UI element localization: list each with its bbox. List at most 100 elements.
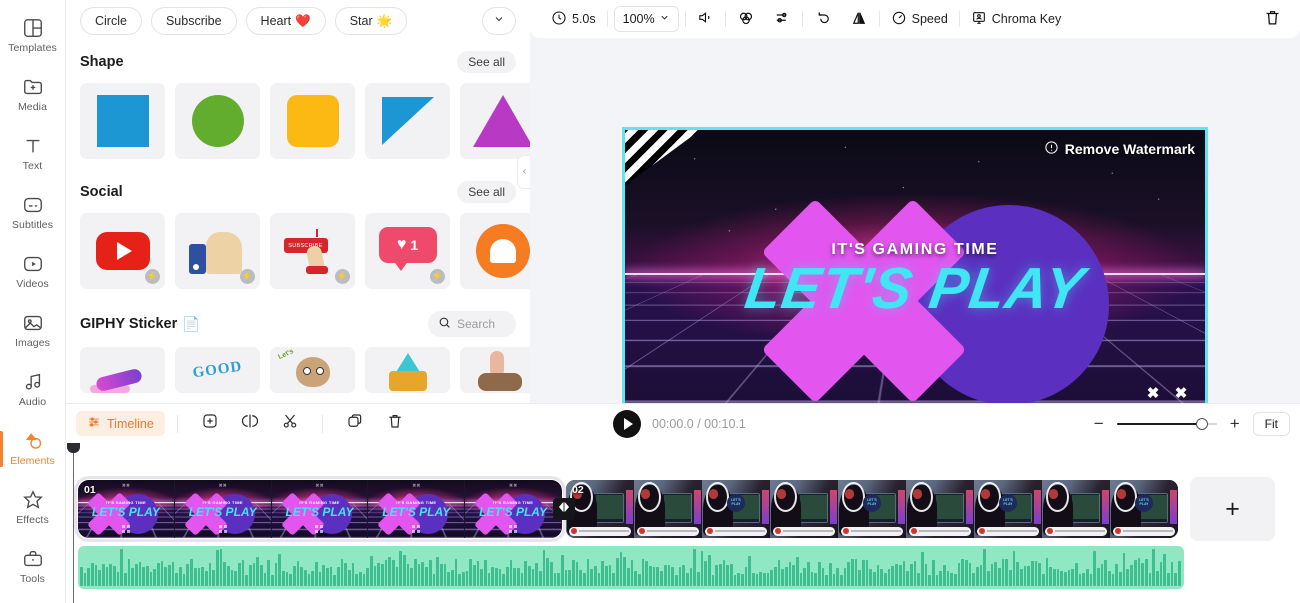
social-see-all-button[interactable]: See all [457, 181, 516, 203]
youtube-logo-icon [95, 232, 150, 270]
duplicate-icon [346, 412, 364, 435]
sidebar-item-tools[interactable]: Tools [0, 537, 66, 596]
delete-clip-button[interactable] [381, 410, 409, 438]
time-separator: / [697, 416, 701, 431]
zoom-level-select[interactable]: 100% [613, 6, 679, 32]
giphy-search-input[interactable]: Search [428, 311, 516, 337]
transition-handle[interactable] [553, 498, 575, 520]
info-icon [1044, 140, 1059, 158]
giphy-item-3[interactable]: Let's [270, 347, 355, 393]
sidebar-label: Media [17, 101, 48, 113]
slider-knob[interactable] [1195, 417, 1208, 430]
giphy-item-2[interactable]: GOOD [175, 347, 260, 393]
duration-button[interactable]: 5.0s [542, 6, 605, 32]
elements-panel-scroll: Circle Subscribe Heart ❤️ Star 🌟 Shape See… [66, 0, 530, 403]
sidebar-item-effects[interactable]: Effects [0, 478, 66, 537]
divider [724, 11, 726, 27]
videos-icon [22, 253, 44, 275]
sidebar-item-videos[interactable]: Videos [0, 242, 66, 301]
rotate-button[interactable] [805, 6, 841, 32]
duplicate-button[interactable] [341, 410, 369, 438]
sidebar-item-subtitles[interactable]: Subtitles [0, 183, 66, 242]
tools-icon [22, 548, 44, 570]
sidebar-label: Subtitles [11, 219, 54, 231]
timeline-clip-02[interactable]: 02 LET'S PLAY LET'S PLAY LET'S PLAY LET'… [566, 480, 1178, 538]
sidebar-item-images[interactable]: Images [0, 301, 66, 360]
chroma-key-button[interactable]: Chroma Key [962, 6, 1070, 32]
audio-clip[interactable] [78, 546, 1184, 589]
filter-chip-subscribe[interactable]: Subscribe [150, 7, 237, 35]
sidebar-item-text[interactable]: Text [0, 124, 66, 183]
time-display: 00:00.0 / 00:10.1 [652, 417, 746, 431]
clock-icon [551, 10, 567, 29]
social-item-bell[interactable] [460, 213, 530, 289]
shape-item-purple-triangle[interactable] [460, 83, 530, 159]
timeline-clip-01[interactable]: 01 ✖✖ IT'S GAMING TIME LET'S PLAY ✖✖ IT'S G… [74, 476, 566, 542]
templates-icon [22, 17, 44, 39]
flip-button[interactable] [841, 6, 877, 32]
social-item-youtube[interactable]: ⚡ [80, 213, 165, 289]
timeline-zoom-slider[interactable] [1116, 417, 1217, 431]
social-item-like-bubble[interactable]: ♥ 1 ⚡ [365, 213, 450, 289]
giphy-search-placeholder: Search [457, 317, 496, 331]
filter-chip-star[interactable]: Star 🌟 [334, 7, 408, 35]
shape-see-all-button[interactable]: See all [457, 51, 516, 73]
adjust-button[interactable] [764, 6, 800, 32]
filter-chip-circle[interactable]: Circle [80, 7, 142, 35]
split-button[interactable] [236, 410, 264, 438]
divider [878, 11, 880, 27]
delete-button[interactable] [1254, 6, 1288, 32]
sidebar-item-audio[interactable]: Audio [0, 360, 66, 419]
cut-button[interactable] [276, 410, 304, 438]
shape-grid [80, 83, 530, 159]
chevron-down-icon [659, 12, 670, 26]
social-grid: ⚡ ⚡ SUBSCRIBE ⚡ ♥ 1 ⚡ [80, 213, 530, 289]
timeline-tab[interactable]: Timeline [76, 411, 165, 436]
color-icon [737, 9, 755, 30]
sidebar-item-elements[interactable]: Elements [0, 419, 66, 478]
zoom-controls: − + Fit [1091, 411, 1290, 436]
pro-badge-icon: ⚡ [145, 269, 160, 284]
flip-icon [850, 9, 868, 30]
social-item-subscribe[interactable]: SUBSCRIBE ⚡ [270, 213, 355, 289]
play-button[interactable] [613, 409, 641, 438]
giphy-item-4[interactable] [365, 347, 450, 393]
social-item-thumbs-up[interactable]: ⚡ [175, 213, 260, 289]
shape-item-blue-right-triangle[interactable] [365, 83, 450, 159]
filter-chip-heart[interactable]: Heart ❤️ [245, 7, 326, 35]
remove-watermark-button[interactable]: Remove Watermark [1044, 140, 1195, 158]
collapse-panel-button[interactable] [517, 155, 530, 189]
giphy-item-5[interactable] [460, 347, 530, 393]
shape-item-blue-square[interactable] [80, 83, 165, 159]
playhead-handle[interactable] [67, 443, 80, 453]
giphy-grid: GOOD Let's [80, 347, 530, 393]
chip-label: Heart [260, 14, 292, 28]
sidebar-item-media[interactable]: Media [0, 65, 66, 124]
audio-track [78, 546, 1184, 589]
giphy-item-1[interactable] [80, 347, 165, 393]
playhead[interactable] [67, 443, 80, 603]
section-title: Social [80, 184, 123, 200]
add-clip-button[interactable]: + [1190, 477, 1275, 541]
shape-item-yellow-rounded-square[interactable] [270, 83, 355, 159]
chip-label: Star [349, 14, 373, 28]
speed-label: Speed [911, 12, 948, 26]
shape-item-green-circle[interactable] [175, 83, 260, 159]
sidebar-label: Tools [19, 573, 45, 585]
chroma-key-label: Chroma Key [991, 12, 1062, 26]
giphy-sticker-2-icon: GOOD [191, 358, 244, 381]
section-title-text: GIPHY Sticker [80, 316, 178, 332]
volume-button[interactable] [688, 6, 723, 32]
fit-button[interactable]: Fit [1252, 411, 1290, 436]
chip-label: Circle [95, 14, 127, 28]
expand-filters-button[interactable] [482, 7, 516, 35]
sidebar-item-templates[interactable]: Templates [0, 6, 66, 65]
color-button[interactable] [728, 6, 764, 32]
zoom-in-button[interactable]: + [1227, 415, 1243, 432]
add-media-button[interactable] [196, 410, 224, 438]
title-text-group[interactable]: IT'S GAMING TIME LET'S PLAY [625, 241, 1205, 321]
clip-index-label: 01 [84, 484, 96, 496]
effects-icon [22, 489, 44, 511]
speed-button[interactable]: Speed [882, 6, 957, 32]
zoom-out-button[interactable]: − [1091, 415, 1107, 432]
